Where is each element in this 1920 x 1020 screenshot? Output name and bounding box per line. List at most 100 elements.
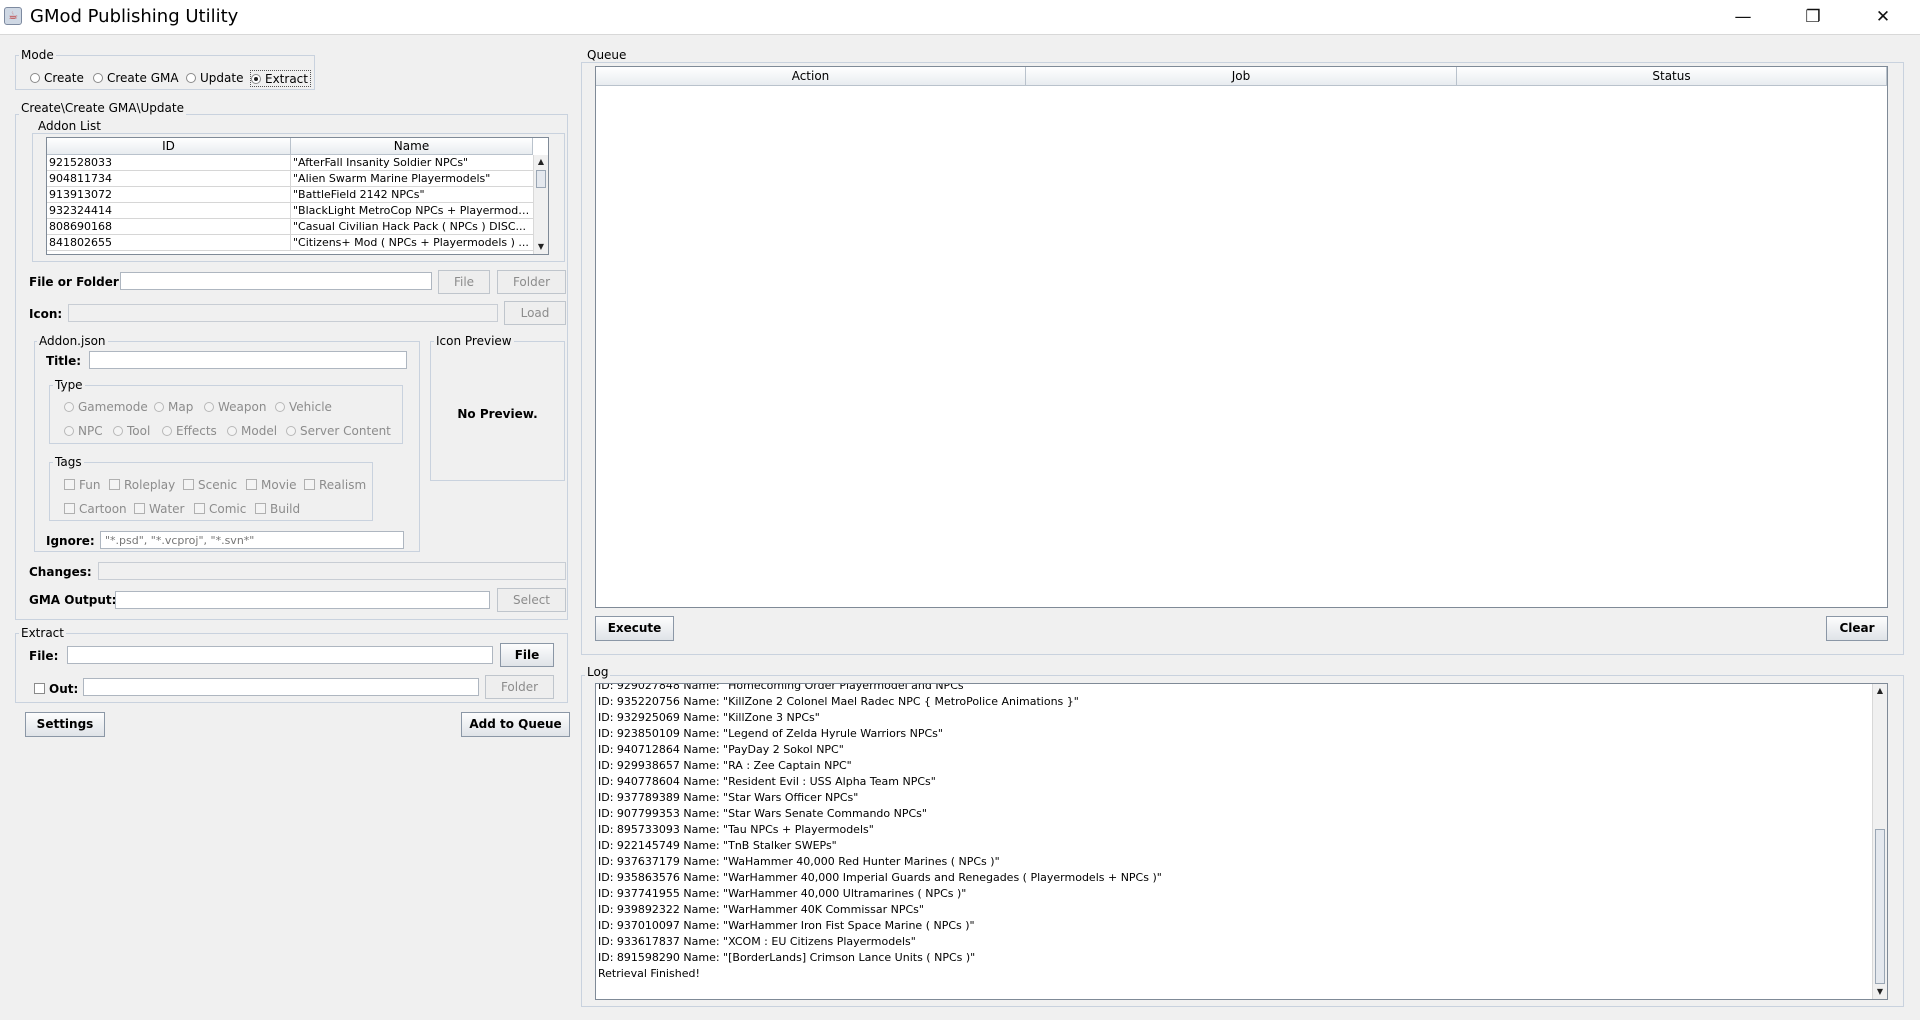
tag-realism-checkbox[interactable]: Realism: [304, 477, 366, 492]
tag-roleplay-checkbox[interactable]: Roleplay: [109, 477, 175, 492]
row-name: "Casual Civilian Hack Pack ( NPCs ) DISC…: [293, 220, 527, 233]
tags-label: Tags: [53, 455, 84, 469]
tag-movie-checkbox[interactable]: Movie: [246, 477, 297, 492]
file-or-folder-input[interactable]: [120, 272, 432, 290]
tag-scenic-checkbox[interactable]: Scenic: [183, 477, 237, 492]
extract-out-folder-button[interactable]: Folder: [485, 675, 554, 699]
log-line: ID: 922145749 Name: "TnB Stalker SWEPs": [598, 839, 837, 852]
type-model-radio[interactable]: Model: [227, 423, 277, 438]
type-npc-radio[interactable]: NPC: [64, 423, 103, 438]
checkbox-indicator: [255, 503, 266, 514]
radio-indicator: [154, 401, 164, 412]
icon-load-button[interactable]: Load: [504, 301, 566, 325]
scroll-down-icon[interactable]: ▼: [1873, 985, 1887, 999]
gma-output-select-button[interactable]: Select: [497, 588, 566, 612]
log-line: ID: 937741955 Name: "WarHammer 40,000 Ul…: [598, 887, 967, 900]
ignore-input[interactable]: [100, 531, 404, 549]
type-effects-radio[interactable]: Effects: [162, 423, 217, 438]
mode-create-gma-radio[interactable]: Create GMA: [93, 70, 179, 85]
extract-file-input[interactable]: [67, 646, 493, 664]
checkbox-indicator: [304, 479, 315, 490]
extract-out-checkbox[interactable]: Out:: [34, 681, 78, 696]
log-label: Log: [585, 665, 611, 679]
title-label: Title:: [46, 354, 82, 368]
scroll-thumb[interactable]: [536, 170, 546, 188]
scroll-up-icon[interactable]: ▲: [1873, 684, 1887, 698]
checkbox-indicator: [34, 683, 45, 694]
close-icon[interactable]: ✕: [1860, 0, 1906, 34]
folder-browse-button[interactable]: Folder: [497, 270, 566, 294]
type-weapon-radio[interactable]: Weapon: [204, 399, 266, 414]
log-line: ID: 933617837 Name: "XCOM : EU Citizens …: [598, 935, 916, 948]
log-text-area[interactable]: ID: 929027848 Name: "Homecoming Order Pl…: [595, 683, 1888, 1000]
scroll-up-icon[interactable]: ▲: [534, 155, 548, 169]
log-line: ID: 932925069 Name: "KillZone 3 NPCs": [598, 711, 820, 724]
icon-label: Icon:: [29, 307, 63, 321]
tag-build-checkbox[interactable]: Build: [255, 501, 300, 516]
log-line: ID: 940712864 Name: "PayDay 2 Sokol NPC": [598, 743, 844, 756]
log-line: ID: 929938657 Name: "RA : Zee Captain NP…: [598, 759, 852, 772]
icon-preview-label: Icon Preview: [434, 334, 514, 348]
type-vehicle-radio[interactable]: Vehicle: [275, 399, 332, 414]
icon-path-input[interactable]: [68, 304, 498, 322]
extract-out-input[interactable]: [83, 678, 479, 696]
log-line: ID: 937789389 Name: "Star Wars Officer N…: [598, 791, 859, 804]
table-row[interactable]: 841802655 "Citizens+ Mod ( NPCs + Player…: [47, 235, 533, 251]
mode-extract-radio[interactable]: Extract: [250, 70, 311, 87]
column-header-action[interactable]: Action: [596, 67, 1026, 86]
scroll-thumb[interactable]: [1875, 829, 1885, 984]
table-row[interactable]: 808690168 "Casual Civilian Hack Pack ( N…: [47, 219, 533, 235]
settings-button[interactable]: Settings: [25, 712, 105, 737]
changes-input[interactable]: [98, 562, 566, 580]
column-header-id[interactable]: ID: [47, 138, 291, 155]
mode-create-radio[interactable]: Create: [30, 70, 84, 85]
checkbox-indicator: [134, 503, 145, 514]
column-header-status[interactable]: Status: [1457, 67, 1887, 86]
execute-button[interactable]: Execute: [595, 616, 674, 641]
extract-file-button[interactable]: File: [500, 643, 554, 667]
scroll-down-icon[interactable]: ▼: [534, 240, 548, 254]
type-server-content-radio[interactable]: Server Content: [286, 423, 391, 438]
addon-list-scrollbar[interactable]: ▲ ▼: [533, 155, 548, 254]
column-header-name[interactable]: Name: [291, 138, 533, 155]
addon-list-table[interactable]: ID Name 921528033 "AfterFall Insanity So…: [46, 137, 549, 255]
tag-comic-checkbox[interactable]: Comic: [194, 501, 246, 516]
row-id: 932324414: [47, 203, 291, 218]
restore-icon[interactable]: ❐: [1790, 0, 1836, 34]
tag-fun-checkbox[interactable]: Fun: [64, 477, 100, 492]
table-row[interactable]: 921528033 "AfterFall Insanity Soldier NP…: [47, 155, 533, 171]
add-to-queue-button[interactable]: Add to Queue: [461, 712, 570, 737]
type-tool-radio[interactable]: Tool: [113, 423, 150, 438]
tag-water-checkbox[interactable]: Water: [134, 501, 184, 516]
java-app-icon: ☕: [4, 7, 22, 25]
radio-indicator: [113, 425, 123, 436]
type-gamemode-radio[interactable]: Gamemode: [64, 399, 148, 414]
changes-label: Changes:: [29, 565, 92, 579]
table-row[interactable]: 932324414 "BlackLight MetroCop NPCs + Pl…: [47, 203, 533, 219]
title-bar: ☕ GMod Publishing Utility — ❐ ✕: [0, 0, 1920, 35]
radio-indicator: [64, 401, 74, 412]
column-header-job[interactable]: Job: [1026, 67, 1457, 86]
tag-cartoon-checkbox[interactable]: Cartoon: [64, 501, 127, 516]
minimize-icon[interactable]: —: [1720, 0, 1766, 34]
radio-indicator: [64, 425, 74, 436]
log-line: ID: 939892322 Name: "WarHammer 40K Commi…: [598, 903, 924, 916]
radio-indicator: [30, 72, 40, 83]
icon-preview-text: No Preview.: [457, 407, 538, 421]
gma-output-input[interactable]: [115, 591, 490, 609]
row-id: 808690168: [47, 219, 291, 234]
table-row[interactable]: 913913072 "BattleField 2142 NPCs": [47, 187, 533, 203]
radio-indicator: [204, 401, 214, 412]
file-browse-button[interactable]: File: [438, 270, 490, 294]
queue-table[interactable]: Action Job Status: [595, 66, 1888, 608]
addon-title-input[interactable]: [89, 351, 407, 369]
log-scrollbar[interactable]: ▲ ▼: [1872, 684, 1887, 999]
radio-indicator: [227, 425, 237, 436]
mode-update-radio[interactable]: Update: [186, 70, 243, 85]
extract-file-label: File:: [29, 649, 59, 663]
row-name: "Alien Swarm Marine Playermodels": [293, 172, 491, 185]
clear-button[interactable]: Clear: [1826, 616, 1888, 641]
gma-output-label: GMA Output:: [29, 593, 117, 607]
table-row[interactable]: 904811734 "Alien Swarm Marine Playermode…: [47, 171, 533, 187]
type-map-radio[interactable]: Map: [154, 399, 193, 414]
